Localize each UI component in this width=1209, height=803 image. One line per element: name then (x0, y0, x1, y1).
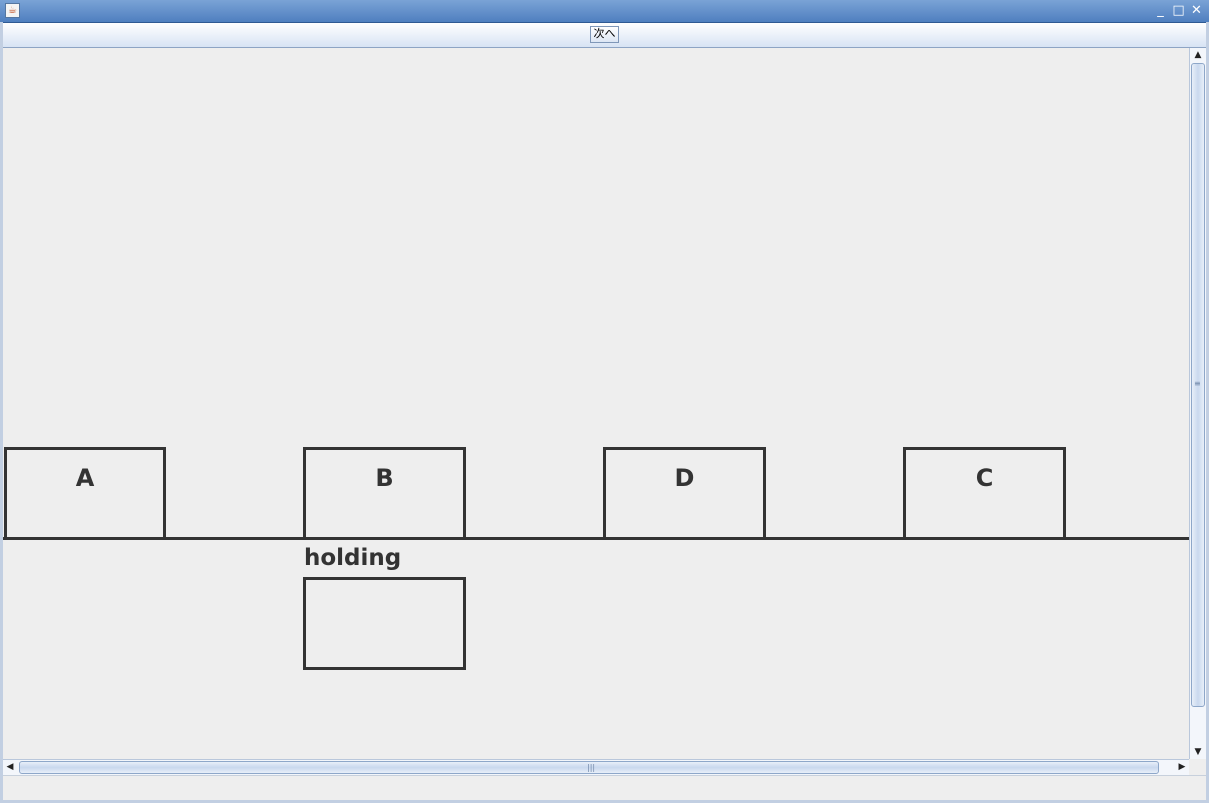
box-label: D (674, 464, 695, 492)
holding-label: holding (304, 545, 402, 571)
scroll-corner (1189, 759, 1206, 775)
canvas-viewport: A B D C holding (3, 48, 1189, 759)
box-label: A (75, 464, 95, 492)
horizontal-scrollbar[interactable]: ◀ ||| ▶ (3, 759, 1189, 775)
scroll-right-icon[interactable]: ▶ (1175, 760, 1189, 775)
box-b: B (303, 447, 466, 540)
horizontal-scroll-thumb[interactable]: ||| (19, 761, 1159, 774)
minimize-icon[interactable]: _ (1153, 3, 1168, 18)
java-icon[interactable]: ☕ (5, 3, 20, 18)
scroll-down-icon[interactable]: ▼ (1190, 745, 1206, 759)
vertical-scrollbar[interactable]: ▲ ≡ ▼ (1189, 48, 1206, 759)
maximize-icon[interactable]: □ (1171, 3, 1186, 18)
box-d: D (603, 447, 766, 540)
box-label: C (975, 464, 994, 492)
vertical-scroll-thumb[interactable]: ≡ (1191, 63, 1205, 707)
close-icon[interactable]: ✕ (1189, 3, 1204, 18)
toolbar: 次へ (3, 23, 1206, 48)
scroll-left-icon[interactable]: ◀ (3, 760, 17, 775)
scroll-up-icon[interactable]: ▲ (1190, 48, 1206, 62)
next-button[interactable]: 次へ (590, 26, 619, 43)
box-c: C (903, 447, 1066, 540)
track-line (3, 537, 1189, 540)
status-bar (3, 775, 1206, 801)
box-a: A (4, 447, 166, 540)
holding-box (303, 577, 466, 670)
grip-icon: ||| (587, 763, 596, 772)
box-label: B (375, 464, 394, 492)
title-bar[interactable]: ☕ _ □ ✕ (0, 0, 1209, 23)
grip-icon: ≡ (1194, 379, 1201, 388)
